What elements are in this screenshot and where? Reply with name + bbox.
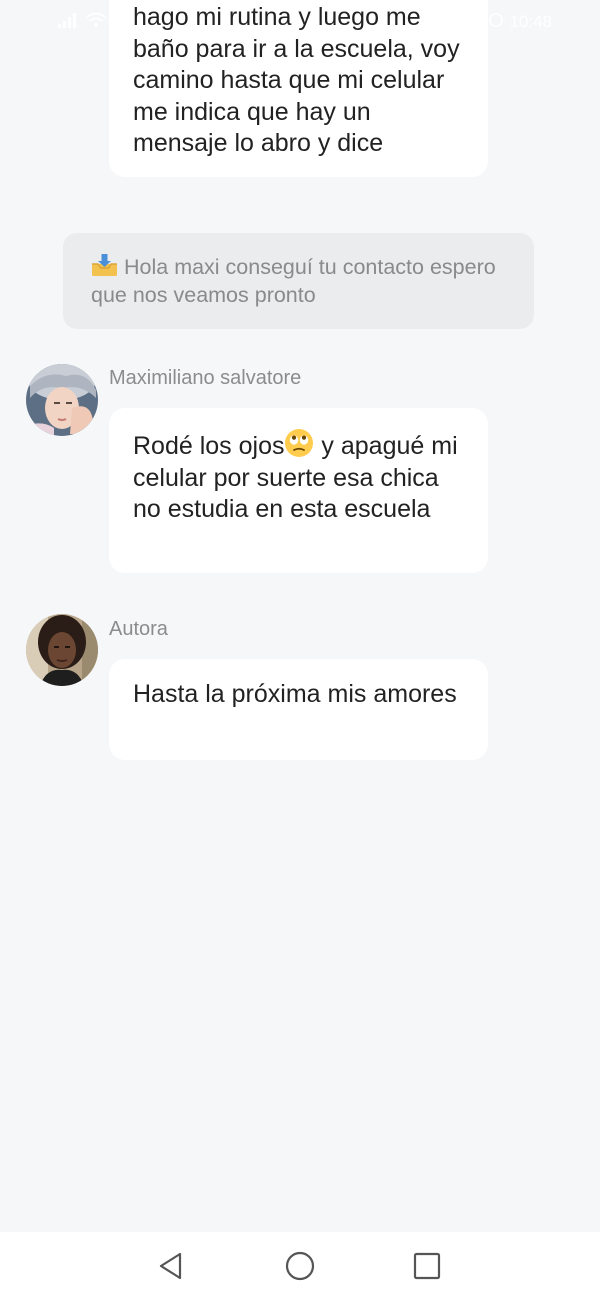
wifi-icon	[86, 12, 106, 33]
recents-icon[interactable]	[411, 1250, 443, 1282]
back-icon[interactable]	[156, 1250, 188, 1282]
status-bar: 10:48	[0, 0, 600, 44]
sender-name: Autora	[109, 618, 168, 640]
navigation-bar	[0, 1232, 600, 1300]
notice-message: Hola maxi conseguí tu contacto espero qu…	[63, 233, 534, 329]
avatar[interactable]	[26, 614, 98, 686]
sender-name: Maximiliano salvatore	[109, 367, 302, 389]
status-icons-left	[58, 12, 106, 33]
status-time: 10:48	[509, 12, 552, 31]
message-bubble: Hasta la próxima mis amores	[109, 659, 488, 760]
signal-icon	[58, 12, 78, 33]
message-text: Rodé los ojos	[133, 432, 285, 460]
status-icons-right: 10:48	[489, 12, 552, 32]
message-text: Hasta la próxima mis amores	[133, 680, 457, 708]
notice-text: Hola maxi conseguí tu contacto espero qu…	[91, 255, 496, 307]
alarm-icon	[489, 12, 504, 32]
avatar[interactable]	[26, 364, 98, 436]
eye-roll-emoji	[284, 428, 314, 458]
message-bubble: Rodé los ojos y apagué mi celular por su…	[109, 408, 488, 573]
inbox-download-icon	[91, 253, 118, 277]
home-icon[interactable]	[284, 1250, 316, 1282]
